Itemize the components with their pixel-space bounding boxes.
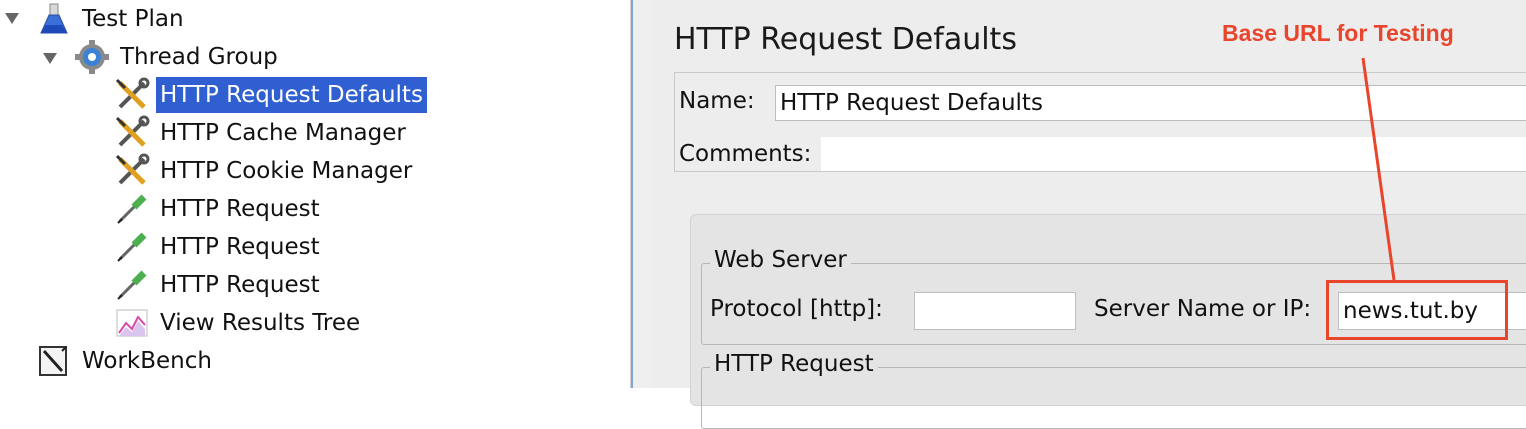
tree-node-label: HTTP Cookie Manager [160,158,413,184]
tree-node-label: HTTP Request Defaults [156,77,427,113]
workbench-icon [36,343,72,379]
web-server-legend: Web Server [710,247,851,273]
tree-node-thread-group[interactable]: Thread Group [74,39,282,75]
expand-toggle-test-plan[interactable] [4,10,20,26]
page-title: HTTP Request Defaults [674,22,1017,57]
annotation-text: Base URL for Testing [1222,20,1454,46]
tree-node-http-request[interactable]: HTTP Request [114,267,324,303]
tree-node-http-request-defaults[interactable]: HTTP Request Defaults [114,77,427,113]
tree-node-label: HTTP Request [160,234,320,260]
http-request-legend: HTTP Request [710,351,878,377]
tree-node-label: HTTP Request [160,272,320,298]
tree-node-test-plan[interactable]: Test Plan [36,1,188,37]
comments-field[interactable] [821,137,1526,171]
flask-icon [36,1,72,37]
chart-icon [114,305,150,341]
test-plan-tree[interactable]: Test Plan Thread Group HTTP Request Defa… [0,0,630,388]
tree-node-http-request[interactable]: HTTP Request [114,191,324,227]
pipette-icon [114,191,150,227]
tree-node-http-request[interactable]: HTTP Request [114,229,324,265]
tree-node-http-cache-manager[interactable]: HTTP Cache Manager [114,115,410,151]
tree-node-label: Test Plan [82,6,184,32]
gear-icon [74,39,110,75]
pipette-icon [114,267,150,303]
server-name-label: Server Name or IP: [1094,296,1312,322]
tree-node-workbench[interactable]: WorkBench [36,343,216,379]
name-field[interactable] [775,85,1526,121]
tree-node-http-cookie-manager[interactable]: HTTP Cookie Manager [114,153,416,189]
http-request-group: HTTP Request [701,351,1526,429]
comments-label: Comments: [679,141,812,167]
tree-node-label: WorkBench [82,348,212,374]
divider-accent [631,0,633,388]
split-pane-divider[interactable] [630,0,653,388]
tree-node-label: HTTP Request [160,196,320,222]
annotation-highlight-box [1326,280,1508,340]
wrench-screwdriver-icon [114,115,150,151]
tree-node-label: Thread Group [120,44,278,70]
pipette-icon [114,229,150,265]
protocol-field[interactable] [914,292,1076,330]
tree-node-view-results-tree[interactable]: View Results Tree [114,305,364,341]
expand-toggle-thread-group[interactable] [42,50,58,66]
tree-node-label: HTTP Cache Manager [160,120,406,146]
tree-node-label: View Results Tree [160,310,361,336]
name-label: Name: [679,88,755,114]
protocol-label: Protocol [http]: [710,296,883,322]
annotation-arrow [1361,57,1396,281]
wrench-screwdriver-icon [114,153,150,189]
wrench-screwdriver-icon [114,77,150,113]
